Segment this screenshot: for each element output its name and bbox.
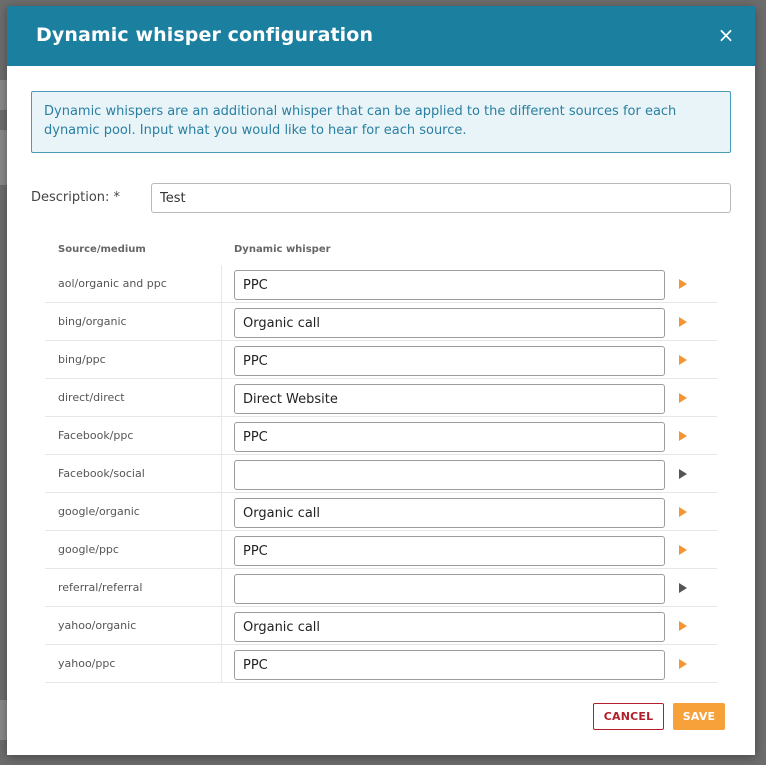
dynamic-whisper-input[interactable] xyxy=(234,308,665,338)
dynamic-whisper-input[interactable] xyxy=(234,612,665,642)
column-divider xyxy=(221,341,222,378)
play-icon[interactable] xyxy=(679,317,687,327)
column-divider xyxy=(221,531,222,568)
table-row: Facebook/ppc xyxy=(45,417,717,455)
play-icon[interactable] xyxy=(679,469,687,479)
play-icon[interactable] xyxy=(679,279,687,289)
source-medium-cell: direct/direct xyxy=(58,391,125,404)
play-icon[interactable] xyxy=(679,355,687,365)
source-medium-cell: bing/ppc xyxy=(58,353,106,366)
dynamic-whisper-input[interactable] xyxy=(234,536,665,566)
source-medium-cell: google/organic xyxy=(58,505,140,518)
description-input[interactable] xyxy=(151,183,731,213)
source-medium-cell: aol/organic and ppc xyxy=(58,277,167,290)
play-icon[interactable] xyxy=(679,659,687,669)
column-divider xyxy=(221,303,222,340)
dynamic-whisper-input[interactable] xyxy=(234,498,665,528)
dynamic-whisper-input[interactable] xyxy=(234,422,665,452)
table-row: aol/organic and ppc xyxy=(45,265,717,303)
play-icon[interactable] xyxy=(679,545,687,555)
table-row: bing/organic xyxy=(45,303,717,341)
dynamic-whisper-input[interactable] xyxy=(234,384,665,414)
play-icon[interactable] xyxy=(679,621,687,631)
play-icon[interactable] xyxy=(679,393,687,403)
column-divider xyxy=(221,645,222,682)
table-row: direct/direct xyxy=(45,379,717,417)
table-row: yahoo/ppc xyxy=(45,645,717,683)
play-icon[interactable] xyxy=(679,431,687,441)
modal-header: Dynamic whisper configuration × xyxy=(7,6,755,66)
whisper-table: aol/organic and ppc bing/organic bing/ppc d… xyxy=(45,265,717,683)
source-medium-cell: yahoo/organic xyxy=(58,619,137,632)
source-medium-cell: referral/referral xyxy=(58,581,143,594)
table-row: referral/referral xyxy=(45,569,717,607)
table-row: yahoo/organic xyxy=(45,607,717,645)
dynamic-whisper-input[interactable] xyxy=(234,460,665,490)
table-row: google/organic xyxy=(45,493,717,531)
source-medium-cell: Facebook/ppc xyxy=(58,429,134,442)
cancel-button[interactable]: CANCEL xyxy=(593,703,664,730)
source-medium-cell: bing/organic xyxy=(58,315,127,328)
info-message: Dynamic whispers are an additional whisp… xyxy=(31,91,731,153)
column-divider xyxy=(221,607,222,644)
close-icon[interactable]: × xyxy=(715,24,737,46)
save-button[interactable]: SAVE xyxy=(673,703,725,730)
source-medium-cell: google/ppc xyxy=(58,543,119,556)
dynamic-whisper-input[interactable] xyxy=(234,650,665,680)
column-divider xyxy=(221,569,222,606)
column-divider xyxy=(221,379,222,416)
table-row: Facebook/social xyxy=(45,455,717,493)
column-divider xyxy=(221,417,222,454)
source-medium-cell: Facebook/social xyxy=(58,467,145,480)
description-label: Description: * xyxy=(31,190,121,205)
source-medium-header: Source/medium xyxy=(58,244,146,255)
table-row: bing/ppc xyxy=(45,341,717,379)
dynamic-whisper-header: Dynamic whisper xyxy=(234,244,331,255)
play-icon[interactable] xyxy=(679,583,687,593)
dynamic-whisper-modal: Dynamic whisper configuration × Dynamic … xyxy=(7,6,755,755)
source-medium-cell: yahoo/ppc xyxy=(58,657,116,670)
dynamic-whisper-input[interactable] xyxy=(234,270,665,300)
column-divider xyxy=(221,455,222,492)
modal-title: Dynamic whisper configuration xyxy=(36,24,374,46)
column-divider xyxy=(221,493,222,530)
dynamic-whisper-input[interactable] xyxy=(234,574,665,604)
column-divider xyxy=(221,265,222,302)
table-row: google/ppc xyxy=(45,531,717,569)
dynamic-whisper-input[interactable] xyxy=(234,346,665,376)
play-icon[interactable] xyxy=(679,507,687,517)
